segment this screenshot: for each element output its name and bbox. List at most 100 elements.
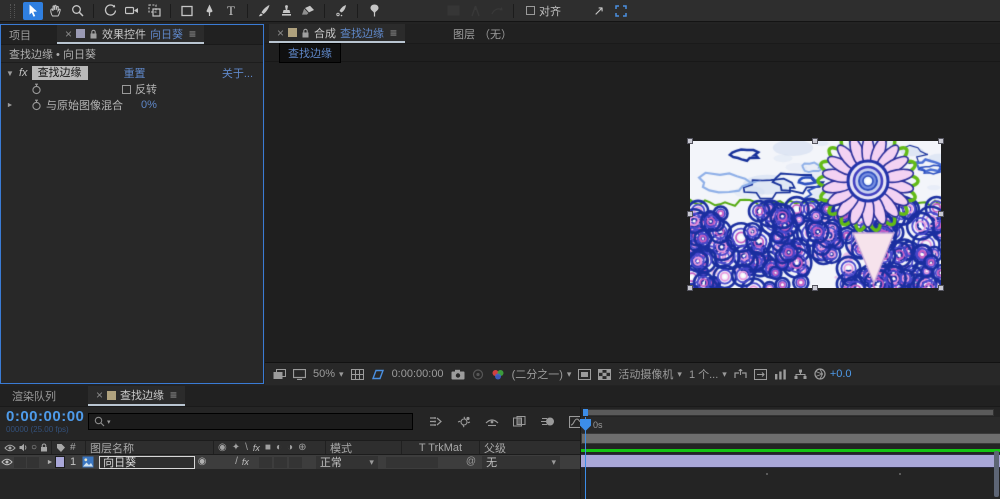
pixel-aspect-correction-icon[interactable] (753, 368, 767, 380)
composition-layer-image[interactable] (687, 138, 944, 291)
paragraph-panel-button[interactable] (465, 2, 485, 20)
tab-composition[interactable]: × 合成 查找边缘 ≡ (269, 24, 406, 43)
search-input[interactable] (112, 415, 407, 428)
show-snapshot-icon[interactable] (472, 368, 484, 380)
frame-blending-icon[interactable] (509, 413, 531, 430)
switch-cell[interactable] (273, 456, 287, 468)
selection-handle[interactable] (687, 138, 693, 144)
fast-previews-icon[interactable] (774, 369, 787, 380)
work-area-bar[interactable] (581, 433, 1000, 444)
layer-name-edit-field[interactable] (99, 455, 196, 469)
share-view-icon[interactable] (734, 369, 747, 379)
viewer-timecode[interactable]: 0:00:00:00 (392, 368, 444, 380)
comp-navigator-item[interactable]: 查找边缘 (279, 42, 341, 63)
exposure-control[interactable]: +0.0 (814, 368, 852, 380)
puppet-pin-tool-button[interactable] (364, 2, 384, 20)
blend-value[interactable]: 0% (141, 99, 157, 111)
selection-handle[interactable] (687, 285, 693, 291)
trkmat-column[interactable]: T TrkMat (402, 441, 480, 454)
tab-layer[interactable]: 图层 （无） (445, 24, 520, 43)
current-time-indicator-line[interactable] (585, 417, 586, 499)
roto-brush-tool-button[interactable] (331, 2, 351, 20)
mask-visibility-icon[interactable] (371, 369, 385, 380)
panel-menu-icon[interactable]: ≡ (390, 26, 397, 40)
close-icon[interactable]: × (96, 388, 103, 402)
text-tool-button[interactable]: T (221, 2, 241, 20)
selection-handle[interactable] (938, 211, 944, 217)
motion-sketch-button[interactable] (487, 2, 507, 20)
timeline-flowchart-icon[interactable] (794, 369, 807, 380)
parent-dropdown[interactable]: 无 ▾ (482, 455, 561, 469)
sunflower-find-edges-art[interactable] (690, 141, 941, 288)
layer-label-color[interactable] (55, 456, 65, 468)
draft-3d-icon[interactable] (453, 413, 475, 430)
close-icon[interactable]: × (65, 27, 72, 41)
selection-tool-button[interactable] (23, 1, 43, 20)
layer-name-column[interactable]: 图层名称 (86, 441, 214, 455)
switch-cell[interactable] (288, 456, 302, 468)
switch-cell[interactable] (258, 456, 272, 468)
view-layout-dropdown[interactable]: 1 个... ▾ (689, 366, 727, 382)
panel-menu-icon[interactable]: ≡ (189, 27, 196, 41)
timeline-timecode[interactable]: 0:00:00:00 (6, 408, 84, 425)
time-ruler[interactable]: 0s (581, 417, 1000, 433)
exposure-value[interactable]: +0.0 (830, 368, 852, 380)
blend-mode-dropdown[interactable]: 正常 ▾ (315, 455, 378, 469)
mini-flowchart-icon[interactable] (425, 413, 447, 430)
about-effect-link[interactable]: 关于... (222, 65, 253, 81)
monitor-icon[interactable] (293, 368, 306, 380)
layer-fx-icon[interactable]: fx (242, 457, 249, 467)
layer-duration-bar[interactable] (581, 454, 1000, 468)
reset-effect-link[interactable]: 重置 (124, 65, 146, 81)
navigator-start-handle[interactable] (583, 409, 588, 416)
workspace-expand-button[interactable] (611, 2, 631, 20)
effect-name-selected[interactable]: 查找边缘 (31, 66, 88, 80)
solo-toggle-cell[interactable] (27, 456, 39, 468)
tab-effect-controls[interactable]: × 效果控件 向日葵 ≡ (57, 25, 205, 44)
parent-column[interactable]: 父级 (480, 441, 580, 455)
stopwatch-icon[interactable] (31, 83, 42, 95)
layer-raster-icon[interactable]: / (235, 457, 238, 467)
tab-timeline-comp[interactable]: × 查找边缘 ≡ (88, 386, 186, 406)
shy-layers-icon[interactable] (481, 413, 503, 430)
hand-tool-button[interactable] (45, 2, 65, 20)
magnification-dropdown[interactable]: 50% ▾ (313, 368, 344, 380)
align-checkbox[interactable] (526, 6, 535, 15)
brush-tool-button[interactable] (254, 2, 274, 20)
trkmat-cell[interactable] (385, 456, 438, 468)
grid-guides-icon[interactable] (350, 368, 364, 380)
fx-badge-icon[interactable]: fx (19, 67, 28, 79)
clone-stamp-tool-button[interactable] (276, 2, 296, 20)
layer-expand-triangle[interactable]: ► (45, 459, 55, 466)
panel-menu-icon[interactable]: ≡ (170, 388, 177, 402)
timeline-search[interactable]: ▾ (88, 413, 413, 430)
current-time-display[interactable]: 0:00:00:00 00000 (25.00 fps) (6, 408, 84, 434)
vertical-scrollbar[interactable] (994, 451, 999, 497)
parent-pickwhip-icon[interactable]: @ (466, 457, 476, 467)
layers-stack-icon[interactable] (273, 368, 286, 380)
audio-toggle-cell[interactable] (14, 456, 26, 468)
selection-handle[interactable] (938, 138, 944, 144)
camera-tool-button[interactable] (122, 2, 142, 20)
brushes-panel-button[interactable] (443, 2, 463, 20)
region-of-interest-icon[interactable] (578, 368, 592, 380)
align-toggle[interactable]: 对齐 (526, 3, 561, 19)
camera-view-dropdown[interactable]: 活动摄像机 ▾ (618, 366, 682, 382)
time-navigator-bar[interactable] (587, 409, 994, 416)
orbit-camera-tool-button[interactable] (100, 2, 120, 20)
motion-blur-icon[interactable] (537, 413, 559, 430)
pan-behind-tool-button[interactable] (144, 2, 164, 20)
tab-project[interactable]: 项目 (1, 25, 39, 44)
invert-checkbox[interactable] (122, 84, 131, 94)
collapse-triangle-icon[interactable]: ▼ (5, 69, 15, 78)
selection-handle[interactable] (938, 285, 944, 291)
expand-triangle-icon[interactable]: ► (5, 102, 15, 109)
selection-handle[interactable] (687, 211, 693, 217)
selection-handle[interactable] (812, 285, 818, 291)
pen-tool-button[interactable] (199, 2, 219, 20)
close-icon[interactable]: × (277, 26, 284, 40)
mode-column[interactable]: 模式 (326, 441, 402, 455)
layer-quality-icon[interactable]: ◉ (195, 457, 209, 467)
zoom-tool-button[interactable] (67, 2, 87, 20)
stopwatch-icon[interactable] (31, 99, 42, 111)
